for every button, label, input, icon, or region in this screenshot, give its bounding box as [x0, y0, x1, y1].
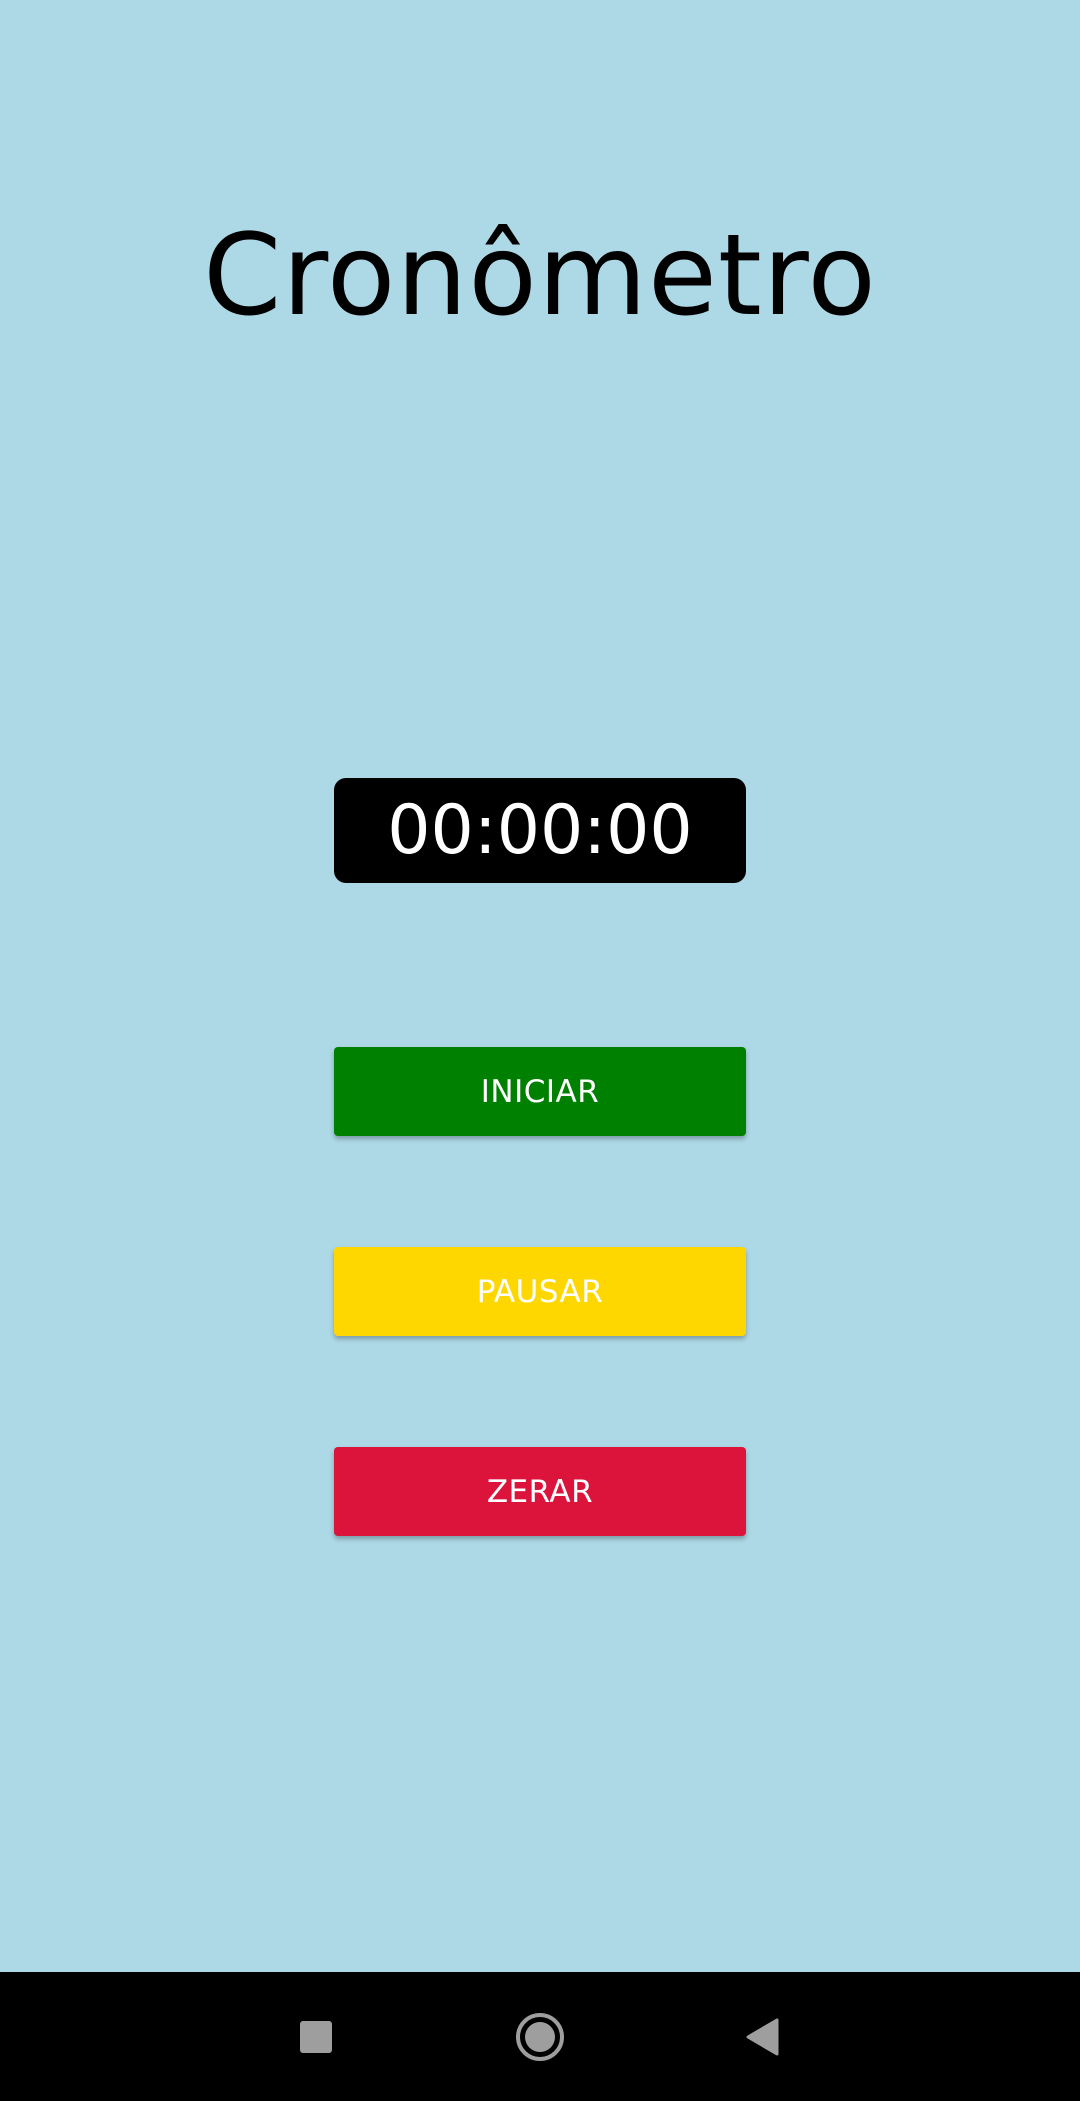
system-navigation-bar: [0, 1972, 1080, 2101]
home-button[interactable]: [460, 1972, 620, 2101]
pause-button[interactable]: PAUSAR: [334, 1247, 746, 1336]
app-screen: Cronômetro 00:00:00 INICIAR PAUSAR ZERAR: [0, 0, 1080, 1972]
recents-square-icon: [300, 2020, 332, 2053]
timer-display: 00:00:00: [334, 778, 746, 883]
home-circle-icon: [516, 2012, 564, 2061]
back-button[interactable]: [682, 1972, 842, 2101]
reset-button[interactable]: ZERAR: [334, 1447, 746, 1536]
page-title: Cronômetro: [203, 211, 877, 341]
recents-button[interactable]: [236, 1972, 396, 2101]
start-button[interactable]: INICIAR: [334, 1047, 746, 1136]
back-triangle-icon: [746, 2018, 779, 2055]
